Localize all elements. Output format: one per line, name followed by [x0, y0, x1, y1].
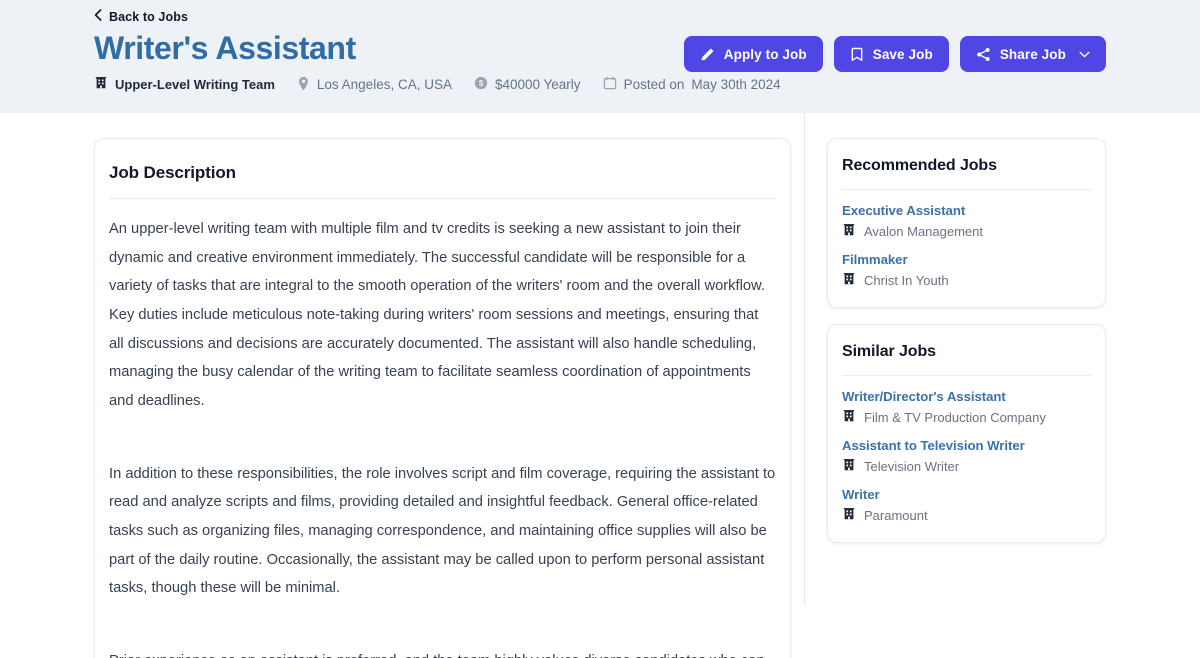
- share-job-label: Share Job: [999, 46, 1066, 62]
- job-description-paragraph: Prior experience as an assistant is pref…: [109, 647, 776, 658]
- similar-job-company: Paramount: [842, 507, 1091, 524]
- similar-job-company: Television Writer: [842, 458, 1091, 475]
- save-job-label: Save Job: [872, 46, 933, 62]
- page-content: Job Description An upper-level writing t…: [0, 113, 1200, 658]
- recommended-job-company-label: Avalon Management: [864, 224, 984, 239]
- similar-jobs-title: Similar Jobs: [842, 343, 936, 360]
- building-icon: [842, 409, 856, 426]
- recommended-job-link[interactable]: Executive Assistant: [842, 203, 1091, 218]
- recommended-jobs-card: Recommended Jobs Executive Assistant Ava…: [827, 138, 1106, 308]
- meta-salary: $ $40000 Yearly: [474, 76, 581, 93]
- building-icon: [842, 458, 856, 475]
- similar-job-company-label: Paramount: [864, 508, 928, 523]
- job-description-paragraph: An upper-level writing team with multipl…: [109, 221, 765, 409]
- share-job-button[interactable]: Share Job: [959, 36, 1106, 72]
- list-item[interactable]: Writer Paramount: [842, 487, 1091, 524]
- chevron-left-icon: [94, 9, 102, 24]
- building-icon: [94, 76, 108, 93]
- list-item[interactable]: Filmmaker Christ In Youth: [842, 252, 1091, 289]
- map-pin-icon: [297, 76, 310, 94]
- meta-posted-date: May 30th 2024: [691, 77, 781, 93]
- meta-location: Los Angeles, CA, USA: [297, 76, 452, 94]
- header-actions: Apply to Job Save Job Share Job: [683, 36, 1106, 72]
- sidebar-column: Recommended Jobs Executive Assistant Ava…: [806, 113, 1106, 543]
- list-item[interactable]: Assistant to Television Writer Televisio…: [842, 438, 1091, 475]
- bookmark-icon: [850, 47, 864, 62]
- svg-text:$: $: [479, 79, 484, 88]
- job-description-card: Job Description An upper-level writing t…: [94, 138, 791, 658]
- meta-posted: Posted on May 30th 2024: [603, 76, 781, 93]
- job-description-body: An upper-level writing team with multipl…: [109, 215, 776, 658]
- building-icon: [842, 223, 856, 240]
- recommended-job-company: Christ In Youth: [842, 272, 1091, 289]
- job-description-paragraph: In addition to these responsibilities, t…: [109, 465, 776, 597]
- similar-jobs-divider: [842, 375, 1091, 376]
- meta-company: Upper-Level Writing Team: [94, 76, 275, 93]
- chevron-down-icon: [1079, 51, 1090, 58]
- list-item[interactable]: Writer/Director's Assistant Film & TV Pr…: [842, 389, 1091, 426]
- building-icon: [842, 272, 856, 289]
- calendar-icon: [603, 76, 617, 93]
- job-description-title: Job Description: [109, 163, 236, 182]
- share-icon: [976, 47, 991, 62]
- column-divider: [804, 113, 805, 605]
- page-header: Back to Jobs Writer's Assistant Upper-Le…: [0, 0, 1200, 113]
- job-description-divider: [109, 198, 776, 199]
- meta-posted-prefix: Posted on: [623, 77, 685, 93]
- dollar-coin-icon: $: [474, 76, 488, 93]
- recommended-job-company-label: Christ In Youth: [864, 273, 949, 288]
- meta-company-label: Upper-Level Writing Team: [115, 77, 275, 93]
- list-item[interactable]: Executive Assistant Avalon Management: [842, 203, 1091, 240]
- meta-location-label: Los Angeles, CA, USA: [316, 77, 452, 93]
- meta-salary-label: $40000 Yearly: [494, 77, 581, 93]
- apply-to-job-button[interactable]: Apply to Job: [683, 36, 823, 72]
- main-column: Job Description An upper-level writing t…: [94, 113, 806, 658]
- similar-jobs-card: Similar Jobs Writer/Director's Assistant: [827, 324, 1106, 543]
- job-meta-row: Upper-Level Writing Team Los Angeles, CA…: [94, 76, 1106, 94]
- similar-job-link[interactable]: Writer/Director's Assistant: [842, 389, 1091, 404]
- save-job-button[interactable]: Save Job: [833, 36, 949, 72]
- similar-job-link[interactable]: Writer: [842, 487, 1091, 502]
- building-icon: [842, 507, 856, 524]
- similar-job-company-label: Film & TV Production Company: [864, 410, 1046, 425]
- similar-job-link[interactable]: Assistant to Television Writer: [842, 438, 1091, 453]
- recommended-jobs-title: Recommended Jobs: [842, 157, 997, 174]
- back-to-jobs-label: Back to Jobs: [109, 9, 189, 24]
- recommended-job-company: Avalon Management: [842, 223, 1091, 240]
- recommended-job-link[interactable]: Filmmaker: [842, 252, 1091, 267]
- back-to-jobs-link[interactable]: Back to Jobs: [94, 9, 188, 24]
- apply-to-job-label: Apply to Job: [723, 46, 807, 62]
- similar-job-company-label: Television Writer: [864, 459, 960, 474]
- pencil-icon: [700, 47, 715, 62]
- similar-job-company: Film & TV Production Company: [842, 409, 1091, 426]
- recommended-jobs-divider: [842, 189, 1091, 190]
